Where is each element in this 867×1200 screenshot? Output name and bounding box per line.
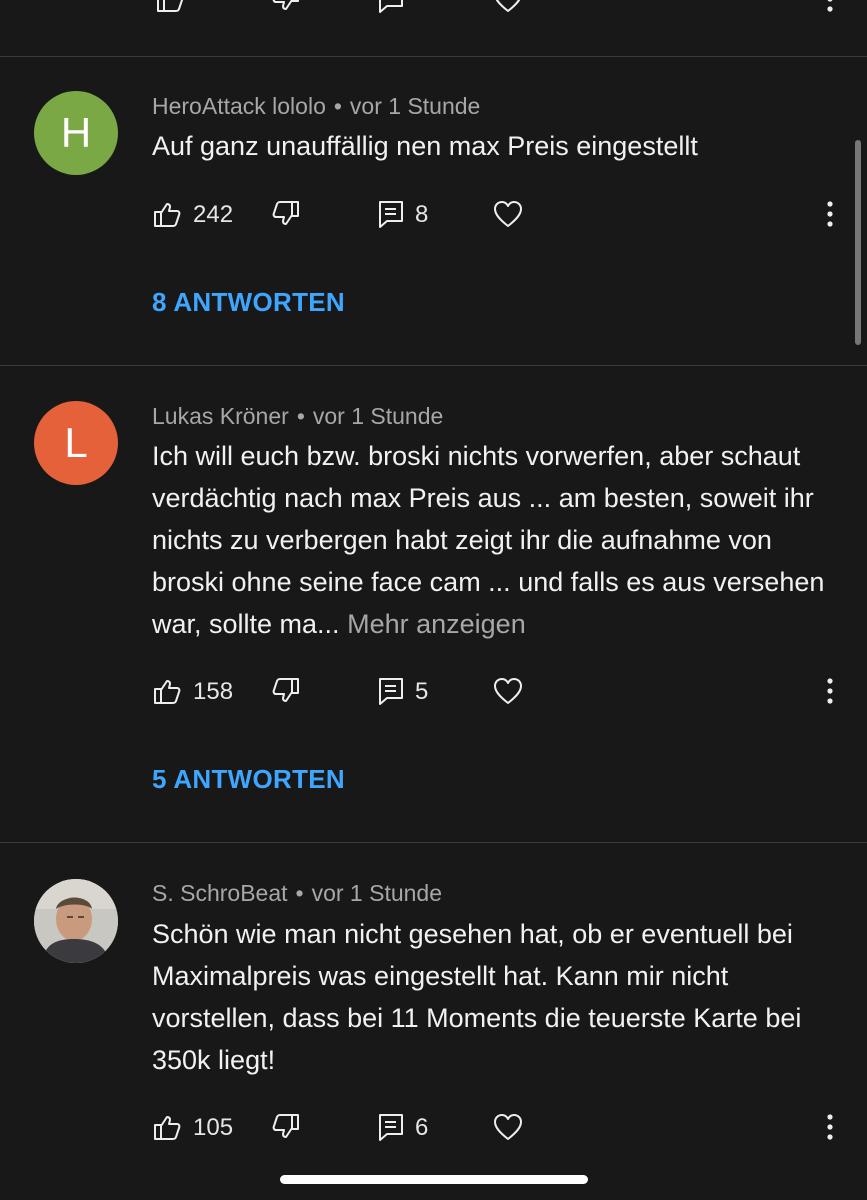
reply-count: 5 xyxy=(415,678,429,705)
more-vert-icon[interactable] xyxy=(822,676,838,706)
avatar[interactable]: L xyxy=(34,401,118,485)
comment-time: vor 1 Stunde xyxy=(312,403,444,429)
comment-text: Auf ganz unauffällig nen max Preis einge… xyxy=(152,125,842,167)
separator-dot: • xyxy=(333,93,342,119)
reply-icon[interactable] xyxy=(376,1112,406,1142)
thumbs-up-icon[interactable] xyxy=(155,0,185,14)
more-vert-icon[interactable] xyxy=(822,1112,838,1142)
comment-item: L Lukas Kröner • vor 1 Stunde Ich will euc… xyxy=(0,366,867,843)
heart-icon[interactable] xyxy=(493,1112,523,1142)
separator-dot: • xyxy=(295,880,304,906)
thumbs-up-icon[interactable] xyxy=(152,1112,182,1142)
view-replies-button[interactable]: 8 ANTWORTEN xyxy=(152,287,345,318)
comment-meta: S. SchroBeat • vor 1 Stunde xyxy=(152,880,442,907)
comment-meta: HeroAttack lololo • vor 1 Stunde xyxy=(152,93,480,120)
like-count: 105 xyxy=(193,1114,234,1141)
heart-icon[interactable] xyxy=(493,199,523,229)
comment-actions: 105 6 xyxy=(0,1108,867,1148)
author-name[interactable]: S. SchroBeat xyxy=(152,880,288,906)
more-vert-icon[interactable] xyxy=(822,0,838,14)
comments-screen: H HeroAttack lololo • vor 1 Stunde Auf gan… xyxy=(0,0,867,1200)
scrollbar[interactable] xyxy=(855,140,861,345)
thumbs-up-icon[interactable] xyxy=(152,676,182,706)
avatar[interactable] xyxy=(34,879,118,963)
thumbs-down-icon[interactable] xyxy=(271,1112,301,1142)
heart-icon[interactable] xyxy=(493,676,523,706)
thumbs-down-icon[interactable] xyxy=(271,676,301,706)
show-more-link[interactable]: Mehr anzeigen xyxy=(347,609,526,639)
user-photo xyxy=(34,879,118,963)
reply-icon[interactable] xyxy=(376,676,406,706)
comment-body: Auf ganz unauffällig nen max Preis einge… xyxy=(152,131,698,161)
comment-item: S. SchroBeat • vor 1 Stunde Schön wie man … xyxy=(0,843,867,1200)
comment-actions: 242 8 xyxy=(0,195,867,235)
reply-count: 6 xyxy=(415,1114,429,1141)
heart-icon[interactable] xyxy=(493,0,523,14)
like-count: 242 xyxy=(193,201,234,228)
comment-item: H HeroAttack lololo • vor 1 Stunde Auf gan… xyxy=(0,57,867,366)
comment-actions: 158 5 xyxy=(0,672,867,712)
comment-time: vor 1 Stunde xyxy=(311,880,443,906)
separator-dot: • xyxy=(296,403,305,429)
thumbs-up-icon[interactable] xyxy=(152,199,182,229)
comment-text: Ich will euch bzw. broski nichts vorwerf… xyxy=(152,435,842,645)
thumbs-down-icon[interactable] xyxy=(271,199,301,229)
avatar[interactable]: H xyxy=(34,91,118,175)
previous-comment-actions xyxy=(0,0,867,57)
home-indicator[interactable] xyxy=(280,1175,588,1184)
comment-body: Schön wie man nicht gesehen hat, ob er e… xyxy=(152,919,802,1075)
author-name[interactable]: HeroAttack lololo xyxy=(152,93,326,119)
avatar-letter: H xyxy=(60,109,92,156)
avatar-letter: L xyxy=(64,419,88,466)
thumbs-down-icon[interactable] xyxy=(271,0,301,14)
comment-time: vor 1 Stunde xyxy=(349,93,481,119)
reply-icon[interactable] xyxy=(376,199,406,229)
comment-meta: Lukas Kröner • vor 1 Stunde xyxy=(152,403,443,430)
reply-count: 8 xyxy=(415,201,429,228)
view-replies-button[interactable]: 5 ANTWORTEN xyxy=(152,764,345,795)
comment-text: Schön wie man nicht gesehen hat, ob er e… xyxy=(152,913,842,1081)
author-name[interactable]: Lukas Kröner xyxy=(152,403,289,429)
like-count: 158 xyxy=(193,678,234,705)
reply-icon[interactable] xyxy=(376,0,406,14)
more-vert-icon[interactable] xyxy=(822,199,838,229)
